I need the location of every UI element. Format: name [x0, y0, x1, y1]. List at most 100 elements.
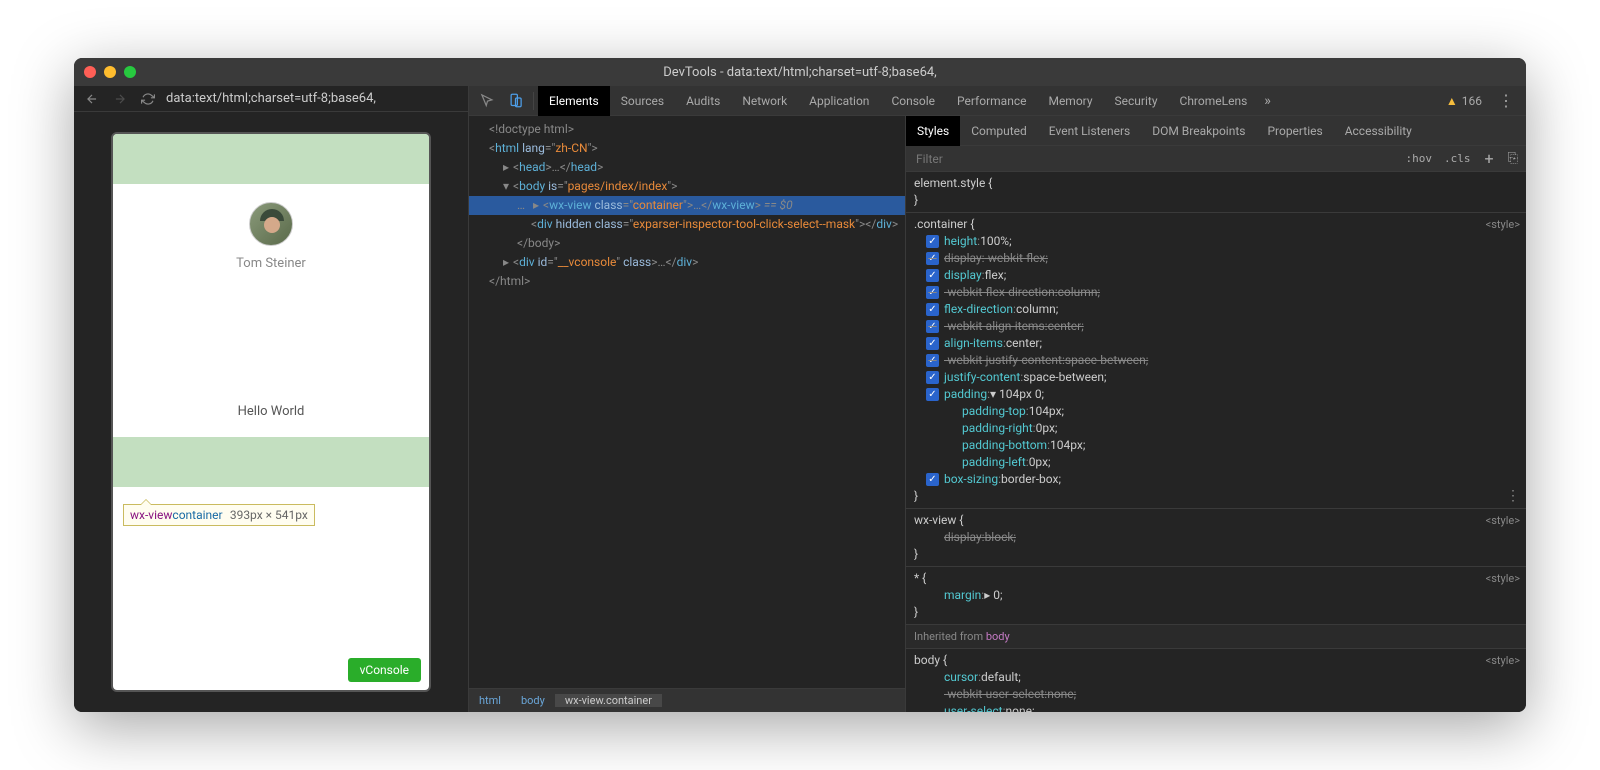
zoom-icon[interactable] [124, 66, 136, 78]
tab-sources[interactable]: Sources [610, 86, 675, 116]
back-icon[interactable] [82, 89, 102, 109]
tab-elements[interactable]: Elements [538, 86, 610, 116]
preview-pane: data:text/html;charset=utf-8;base64, Tom… [74, 86, 469, 712]
breadcrumb-item[interactable]: wx-view.container [555, 694, 662, 707]
css-declaration[interactable]: -webkit-align-items: center; [914, 318, 1502, 335]
dom-line[interactable]: ▸<head>…</head> [469, 158, 905, 177]
tabs-overflow-icon[interactable]: » [1258, 93, 1277, 109]
subtab-dom-breakpoints[interactable]: DOM Breakpoints [1141, 116, 1256, 146]
hov-button[interactable]: :hov [1400, 152, 1439, 165]
tab-console[interactable]: Console [880, 86, 946, 116]
css-declaration[interactable]: flex-direction: column; [914, 301, 1502, 318]
tab-performance[interactable]: Performance [946, 86, 1037, 116]
breadcrumb-item[interactable]: body [511, 694, 555, 707]
subtab-accessibility[interactable]: Accessibility [1334, 116, 1423, 146]
forward-icon[interactable] [110, 89, 130, 109]
rule-element-style[interactable]: element.style { } [906, 172, 1526, 213]
pin-icon[interactable]: ⎘ [1502, 151, 1524, 166]
url-text[interactable]: data:text/html;charset=utf-8;base64, [166, 91, 460, 106]
css-declaration[interactable]: padding-left: 0px; [914, 454, 1502, 471]
filter-input[interactable] [908, 152, 1400, 166]
styles-pane: Styles Computed Event Listeners DOM Brea… [906, 116, 1526, 712]
css-declaration[interactable]: box-sizing: border-box; [914, 471, 1502, 488]
rule-menu-icon[interactable]: ⋮ [1506, 488, 1520, 505]
warnings-badge[interactable]: ▲166 [1438, 94, 1490, 108]
css-declaration[interactable]: -webkit-justify-content: space-between; [914, 352, 1502, 369]
hello-label: Hello World [238, 404, 305, 419]
footer-stripe [113, 437, 429, 487]
settings-menu-icon[interactable]: ⋮ [1490, 91, 1522, 110]
vconsole-button[interactable]: vConsole [348, 658, 421, 682]
breadcrumb: html body wx-view.container [469, 688, 905, 712]
reload-icon[interactable] [138, 89, 158, 109]
dom-line[interactable]: <div hidden class="exparser-inspector-to… [469, 215, 905, 234]
rule-origin[interactable]: <style> [1486, 652, 1520, 669]
cls-button[interactable]: .cls [1438, 152, 1477, 165]
rule-origin[interactable]: <style> [1486, 216, 1520, 233]
rule-origin[interactable]: <style> [1486, 570, 1520, 587]
dom-line[interactable]: ▸<div id="__vconsole" class>…</div> [469, 253, 905, 272]
url-bar: data:text/html;charset=utf-8;base64, [74, 86, 468, 112]
filter-bar: :hov .cls + ⎘ [906, 146, 1526, 172]
rule-body[interactable]: <style> body { cursor: default;-webkit-u… [906, 649, 1526, 712]
dom-line[interactable]: </html> [469, 272, 905, 291]
subtab-properties[interactable]: Properties [1256, 116, 1333, 146]
devtools-window: DevTools - data:text/html;charset=utf-8;… [74, 58, 1526, 712]
css-declaration[interactable]: padding-top: 104px; [914, 403, 1502, 420]
dom-line[interactable]: <html lang="zh-CN"> [469, 139, 905, 158]
tab-chromelens[interactable]: ChromeLens [1169, 86, 1259, 116]
dom-line[interactable]: <!doctype html> [469, 120, 905, 139]
subtab-event-listeners[interactable]: Event Listeners [1038, 116, 1141, 146]
css-declaration[interactable]: margin: ▸ 0; [914, 587, 1502, 604]
titlebar: DevTools - data:text/html;charset=utf-8;… [74, 58, 1526, 86]
css-declaration[interactable]: display: -webkit-flex; [914, 250, 1502, 267]
toggle-checkbox[interactable] [926, 303, 939, 316]
tab-audits[interactable]: Audits [675, 86, 731, 116]
toggle-checkbox[interactable] [926, 269, 939, 282]
toggle-checkbox[interactable] [926, 235, 939, 248]
css-declaration[interactable]: user-select: none; [914, 703, 1502, 712]
css-declaration[interactable]: cursor: default; [914, 669, 1502, 686]
subtab-styles[interactable]: Styles [906, 116, 960, 146]
rule-container[interactable]: <style> .container { height: 100%;displa… [906, 213, 1526, 509]
toggle-checkbox[interactable] [926, 252, 939, 265]
dom-line-selected[interactable]: … ▸<wx-view class="container">…</wx-view… [469, 196, 905, 215]
device-toggle-icon[interactable] [503, 89, 527, 113]
dom-pane: <!doctype html> <html lang="zh-CN"> ▸<he… [469, 116, 906, 712]
device-preview: Tom Steiner Hello World wx-viewcontainer… [111, 132, 431, 692]
css-declaration[interactable]: -webkit-flex-direction: column; [914, 284, 1502, 301]
breadcrumb-item[interactable]: html [469, 694, 511, 707]
toggle-checkbox[interactable] [926, 354, 939, 367]
dom-line[interactable]: </body> [469, 234, 905, 253]
css-declaration[interactable]: display: block; [914, 529, 1502, 546]
tab-security[interactable]: Security [1104, 86, 1169, 116]
rule-star[interactable]: <style> * { margin: ▸ 0; } [906, 567, 1526, 625]
tab-memory[interactable]: Memory [1037, 86, 1103, 116]
styles-body[interactable]: element.style { } <style> .container { h… [906, 172, 1526, 712]
tab-application[interactable]: Application [798, 86, 880, 116]
css-declaration[interactable]: height: 100%; [914, 233, 1502, 250]
dom-line[interactable]: ▾<body is="pages/index/index"> [469, 177, 905, 196]
css-declaration[interactable]: align-items: center; [914, 335, 1502, 352]
rule-origin[interactable]: <style> [1486, 512, 1520, 529]
toggle-checkbox[interactable] [926, 388, 939, 401]
css-declaration[interactable]: padding-right: 0px; [914, 420, 1502, 437]
minimize-icon[interactable] [104, 66, 116, 78]
dom-tree[interactable]: <!doctype html> <html lang="zh-CN"> ▸<he… [469, 116, 905, 688]
new-rule-icon[interactable]: + [1477, 149, 1502, 168]
close-icon[interactable] [84, 66, 96, 78]
css-declaration[interactable]: justify-content: space-between; [914, 369, 1502, 386]
toggle-checkbox[interactable] [926, 320, 939, 333]
toggle-checkbox[interactable] [926, 371, 939, 384]
css-declaration[interactable]: padding: ▾ 104px 0; [914, 386, 1502, 403]
css-declaration[interactable]: display: flex; [914, 267, 1502, 284]
inspect-element-icon[interactable] [475, 89, 499, 113]
toggle-checkbox[interactable] [926, 286, 939, 299]
css-declaration[interactable]: -webkit-user-select: none; [914, 686, 1502, 703]
css-declaration[interactable]: padding-bottom: 104px; [914, 437, 1502, 454]
rule-wxview[interactable]: <style> wx-view { display: block; } [906, 509, 1526, 567]
toggle-checkbox[interactable] [926, 337, 939, 350]
subtab-computed[interactable]: Computed [960, 116, 1038, 146]
toggle-checkbox[interactable] [926, 473, 939, 486]
tab-network[interactable]: Network [731, 86, 798, 116]
